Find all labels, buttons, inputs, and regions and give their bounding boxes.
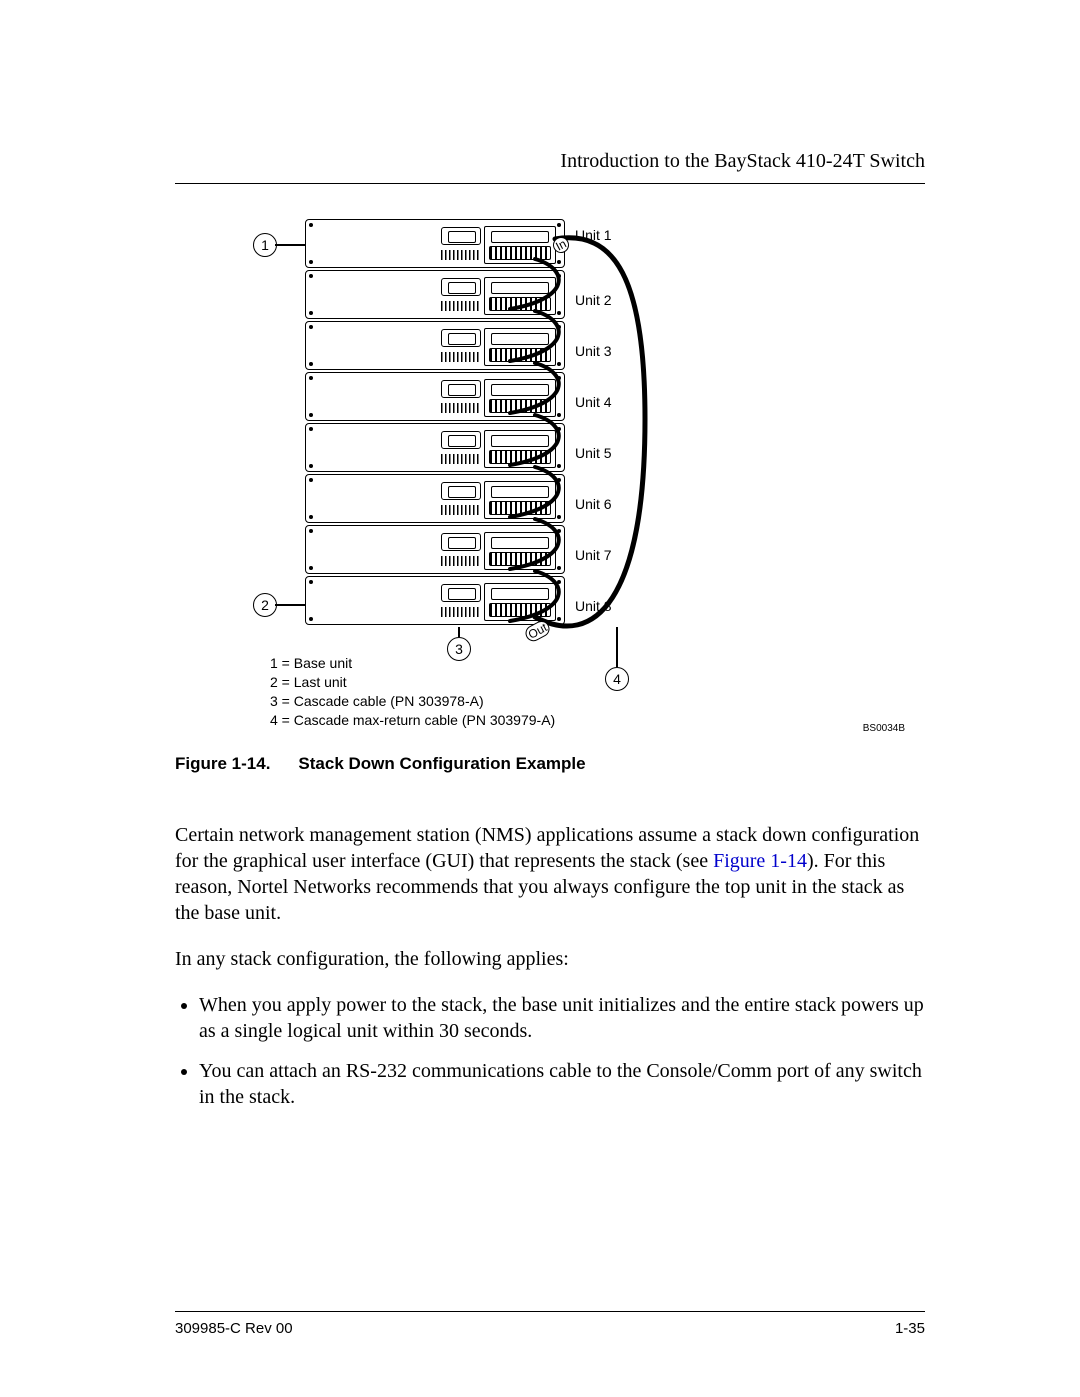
caption-number: Figure 1-14. <box>175 754 270 773</box>
footer-rule <box>175 1311 925 1312</box>
figure-caption: Figure 1-14. Stack Down Configuration Exa… <box>175 754 925 774</box>
page-number: 1-35 <box>895 1320 925 1337</box>
callout-4: 4 <box>605 667 629 691</box>
figure-code: BS0034B <box>863 723 905 734</box>
page: Introduction to the BayStack 410-24T Swi… <box>0 0 1080 1397</box>
legend-line-1: 1 = Base unit <box>270 654 555 673</box>
bullet-list: When you apply power to the stack, the b… <box>175 992 925 1110</box>
paragraph-1: Certain network management station (NMS)… <box>175 822 925 926</box>
body-text: Certain network management station (NMS)… <box>175 802 925 1124</box>
bullet-2: You can attach an RS-232 communications … <box>199 1058 925 1110</box>
caption-title: Stack Down Configuration Example <box>298 754 585 773</box>
page-footer: 309985-C Rev 00 1-35 <box>175 1320 925 1337</box>
paragraph-2: In any stack configuration, the followin… <box>175 946 925 972</box>
running-header: Introduction to the BayStack 410-24T Swi… <box>175 150 925 173</box>
figure-link[interactable]: Figure 1-14 <box>713 850 807 872</box>
cascade-cables <box>175 219 775 649</box>
header-rule <box>175 183 925 184</box>
figure: 1 2 3 4 Unit 1 Unit 2 Unit 3 Unit 4 Unit… <box>175 219 925 734</box>
legend-line-3: 3 = Cascade cable (PN 303978-A) <box>270 692 555 711</box>
bullet-1: When you apply power to the stack, the b… <box>199 992 925 1044</box>
doc-number: 309985-C Rev 00 <box>175 1320 293 1337</box>
legend-line-2: 2 = Last unit <box>270 673 555 692</box>
figure-legend: 1 = Base unit 2 = Last unit 3 = Cascade … <box>270 654 555 730</box>
legend-line-4: 4 = Cascade max-return cable (PN 303979-… <box>270 711 555 730</box>
